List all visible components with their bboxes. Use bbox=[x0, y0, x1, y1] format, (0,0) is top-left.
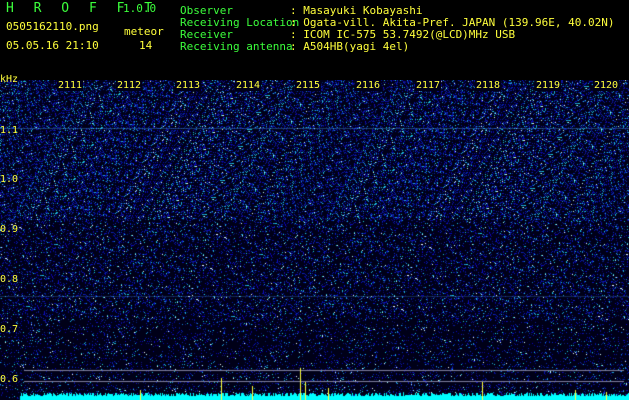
time-tick-label: 2118 bbox=[475, 80, 502, 91]
info-value-location: : Ogata-vill. Akita-Pref. JAPAN (139.96E… bbox=[290, 16, 615, 29]
meteor-label: meteor bbox=[124, 25, 164, 38]
y-tick-label: 1.0 bbox=[0, 174, 19, 185]
info-label-location: Receiving Location bbox=[180, 16, 300, 29]
time-tick-label: 2111 bbox=[57, 80, 84, 91]
y-tick-label: 0.8 bbox=[0, 274, 19, 285]
info-label-observer: Observer bbox=[180, 4, 233, 17]
app-version: 1.0.0 bbox=[123, 2, 157, 15]
info-label-receiver: Receiver bbox=[180, 28, 233, 41]
info-value-observer: : Masayuki Kobayashi bbox=[290, 4, 423, 17]
info-label-antenna: Receiving antenna bbox=[180, 40, 293, 53]
spectrogram-canvas bbox=[0, 80, 629, 400]
time-tick-label: 2113 bbox=[175, 80, 202, 91]
meteor-count: 14 bbox=[139, 39, 153, 52]
time-tick-label: 2120 bbox=[593, 80, 620, 91]
info-value-antenna: : A504HB(yagi 4el) bbox=[290, 40, 410, 53]
y-unit-label: kHz bbox=[0, 74, 19, 85]
y-tick-label: 0.7 bbox=[0, 324, 19, 335]
y-tick-label: 0.9 bbox=[0, 224, 19, 235]
y-tick-label: 1.1 bbox=[0, 125, 19, 136]
time-tick-label: 2114 bbox=[235, 80, 262, 91]
timestamp: 05.05.16 21:10 bbox=[6, 39, 99, 52]
info-value-receiver: : ICOM IC-575 53.7492(@LCD)MHz USB bbox=[290, 28, 516, 41]
y-tick-label: 0.6 bbox=[0, 374, 19, 385]
file-name: 0505162110.png bbox=[6, 20, 99, 33]
header-panel: H R O F F T 1.0.0 0505162110.png meteor … bbox=[0, 0, 629, 80]
time-tick-label: 2112 bbox=[116, 80, 143, 91]
time-tick-label: 2119 bbox=[535, 80, 562, 91]
time-tick-label: 2116 bbox=[355, 80, 382, 91]
time-tick-label: 2115 bbox=[295, 80, 322, 91]
time-tick-label: 2117 bbox=[415, 80, 442, 91]
